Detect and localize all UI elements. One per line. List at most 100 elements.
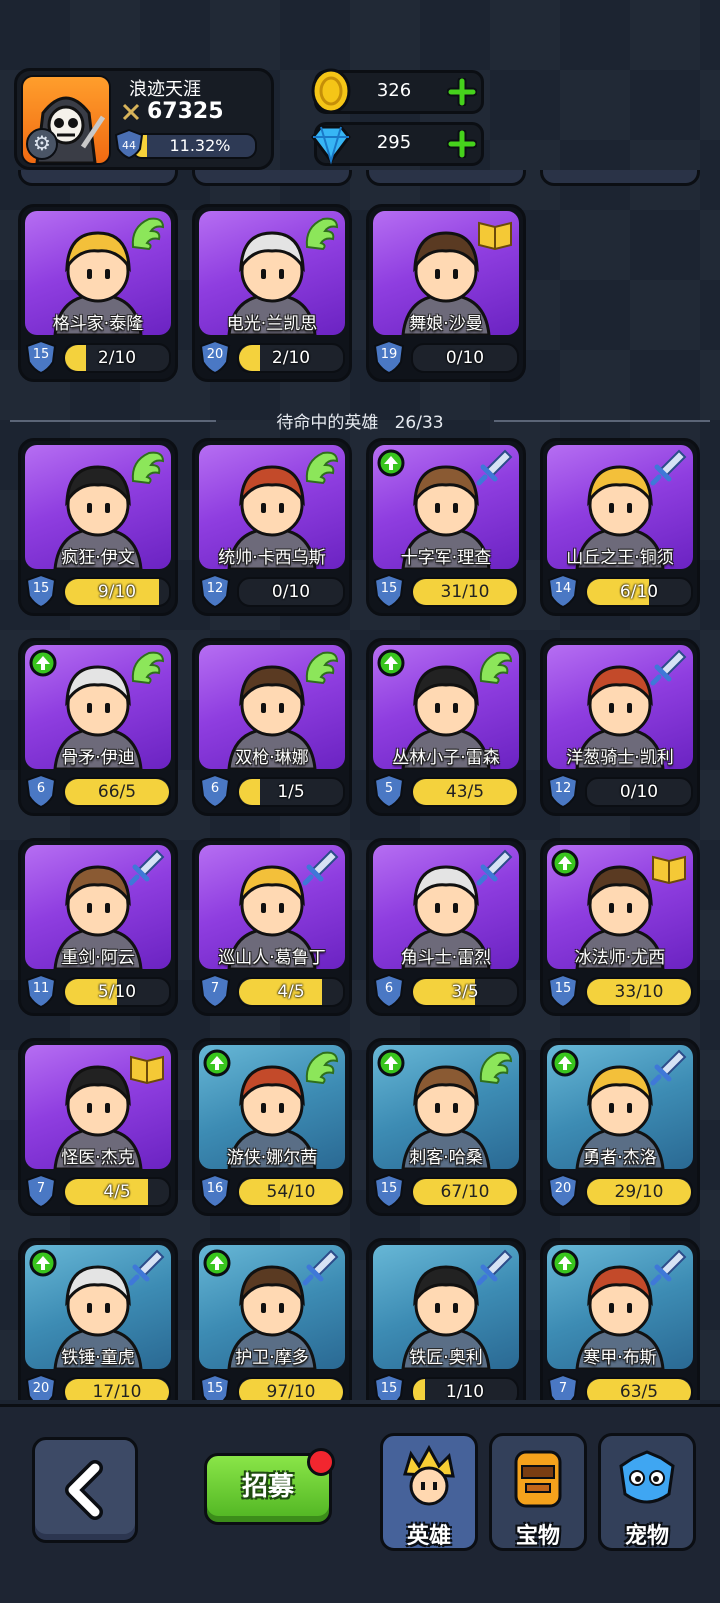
- upgrade-available-arrow-icon: [377, 1049, 405, 1077]
- hero-card[interactable]: 寒甲·布斯 7 63/5: [540, 1238, 700, 1400]
- agility-wing-icon: [131, 451, 165, 485]
- hero-card[interactable]: 游侠·娜尔茜 16 54/10: [192, 1038, 352, 1216]
- hero-name: 骨矛·伊迪: [61, 748, 135, 768]
- shard-progress-bar: 33/10: [585, 977, 693, 1007]
- upgrade-available-arrow-icon: [29, 649, 57, 677]
- standby-divider: 待命中的英雄 26/33: [10, 408, 710, 434]
- recruit-button[interactable]: 招募: [204, 1448, 335, 1525]
- player-level-shield-icon: 44: [115, 129, 143, 159]
- hero-card[interactable]: 山丘之王·铜须 14 6/10: [540, 438, 700, 616]
- hero-list-scroll-area[interactable]: 格斗家·泰隆 15 2/10 电光·兰凯思 20 2/10 舞娘·沙曼 19 0/10 待命中的…: [0, 170, 720, 1400]
- shard-progress-bar: 3/5: [411, 977, 519, 1007]
- hero-level: 12: [206, 581, 224, 596]
- add-gems-button[interactable]: [446, 128, 478, 160]
- tab-pets[interactable]: 宠物: [598, 1433, 696, 1551]
- hero-card[interactable]: 护卫·摩多 15 97/10: [192, 1238, 352, 1400]
- hero-card[interactable]: 冰法师·尤西 15 33/10: [540, 838, 700, 1016]
- add-gold-button[interactable]: [446, 76, 478, 108]
- tab-heroes[interactable]: 英雄: [380, 1433, 478, 1551]
- shard-progress-bar: 0/10: [237, 577, 345, 607]
- hero-card[interactable]: 电光·兰凯思 20 2/10: [192, 204, 352, 382]
- hero-level: 20: [206, 347, 224, 362]
- hero-level: 15: [380, 1381, 398, 1396]
- hero-card[interactable]: 角斗士·雷烈 6 3/5: [366, 838, 526, 1016]
- experience-percent: 11.32%: [169, 136, 231, 155]
- treasure-icon: [514, 1450, 562, 1508]
- hero-level: 20: [32, 1381, 50, 1396]
- hero-level: 6: [36, 781, 46, 796]
- hero-level: 16: [206, 1181, 224, 1196]
- hero-name: 怪医·杰克: [61, 1148, 135, 1168]
- hero-name: 冰法师·尤西: [574, 948, 666, 968]
- hero-card[interactable]: 舞娘·沙曼 19 0/10: [366, 204, 526, 382]
- shard-progress-text: 1/10: [445, 1382, 485, 1400]
- experience-bar: 11.32%: [131, 133, 257, 159]
- shard-progress-bar: 54/10: [237, 1177, 345, 1207]
- shard-progress-text: 67/10: [440, 1182, 490, 1202]
- hero-name: 巡山人·葛鲁丁: [218, 948, 326, 968]
- hero-card[interactable]: 刺客·哈桑 15 67/10: [366, 1038, 526, 1216]
- player-avatar[interactable]: ⚙: [21, 75, 111, 165]
- hero-portrait: 铁锤·童虎: [25, 1245, 171, 1369]
- hero-portrait: 巡山人·葛鲁丁: [199, 845, 345, 969]
- hero-name: 统帅·卡西乌斯: [218, 548, 326, 568]
- upgrade-available-arrow-icon: [203, 1049, 231, 1077]
- gold-counter: 326: [311, 68, 484, 114]
- hero-card[interactable]: 怪医·杰克 7 4/5: [18, 1038, 178, 1216]
- intelligence-book-icon: [478, 221, 512, 251]
- hero-card[interactable]: 十字军·理查 15 31/10: [366, 438, 526, 616]
- scrolled-card-edge: [366, 170, 526, 186]
- gem-counter: 295: [311, 122, 484, 166]
- strength-sword-icon: [650, 1049, 687, 1086]
- hero-card[interactable]: 重剑·阿云 11 5/10: [18, 838, 178, 1016]
- power-value: 67325: [147, 99, 224, 124]
- hero-level: 15: [206, 1381, 224, 1396]
- intelligence-book-icon: [652, 855, 686, 885]
- hero-name: 舞娘·沙曼: [409, 314, 483, 334]
- hero-portrait: 铁匠·奥利: [373, 1245, 519, 1369]
- shard-progress-text: 54/10: [266, 1182, 316, 1202]
- shard-progress-bar: 31/10: [411, 577, 519, 607]
- hero-level: 6: [210, 781, 220, 796]
- hero-level: 12: [554, 781, 572, 796]
- hero-card[interactable]: 统帅·卡西乌斯 12 0/10: [192, 438, 352, 616]
- shard-progress-text: 0/10: [271, 582, 311, 602]
- hero-card[interactable]: 洋葱骑士·凯利 12 0/10: [540, 638, 700, 816]
- shard-progress-text: 0/10: [619, 782, 659, 802]
- player-profile-panel[interactable]: ⚙ 浪迹天涯 67325 44 11.32%: [14, 68, 274, 170]
- strength-sword-icon: [302, 1249, 339, 1286]
- back-arrow-icon: [65, 1460, 103, 1520]
- tab-treasure[interactable]: 宝物: [489, 1433, 587, 1551]
- back-button[interactable]: [32, 1437, 138, 1543]
- hero-name: 勇者·杰洛: [583, 1148, 657, 1168]
- upgrade-available-arrow-icon: [551, 1249, 579, 1277]
- bottom-navigation: 招募 英雄 宝物 宠物: [0, 1404, 720, 1603]
- scrolled-card-edge: [18, 170, 178, 186]
- hero-card[interactable]: 铁匠·奥利 15 1/10: [366, 1238, 526, 1400]
- shard-progress-bar: 17/10: [63, 1377, 171, 1400]
- hero-card[interactable]: 双枪·琳娜 6 1/5: [192, 638, 352, 816]
- hero-level: 15: [32, 347, 50, 362]
- notification-dot: [307, 1448, 335, 1476]
- hero-name: 重剑·阿云: [61, 948, 135, 968]
- shard-progress-text: 66/5: [97, 782, 137, 802]
- shard-progress-bar: 66/5: [63, 777, 171, 807]
- hero-name: 格斗家·泰隆: [52, 314, 144, 334]
- settings-gear-icon[interactable]: ⚙: [26, 128, 58, 160]
- hero-portrait: 角斗士·雷烈: [373, 845, 519, 969]
- agility-wing-icon: [479, 651, 513, 685]
- strength-sword-icon: [476, 849, 513, 886]
- hero-card[interactable]: 勇者·杰洛 20 29/10: [540, 1038, 700, 1216]
- agility-wing-icon: [131, 217, 165, 251]
- tab-pets-label: 宠物: [624, 1524, 669, 1549]
- hero-card[interactable]: 铁锤·童虎 20 17/10: [18, 1238, 178, 1400]
- agility-wing-icon: [305, 217, 339, 251]
- hero-card[interactable]: 疯狂·伊文 15 9/10: [18, 438, 178, 616]
- hero-portrait: 舞娘·沙曼: [373, 211, 519, 335]
- hero-card[interactable]: 格斗家·泰隆 15 2/10: [18, 204, 178, 382]
- hero-card[interactable]: 巡山人·葛鲁丁 7 4/5: [192, 838, 352, 1016]
- shard-progress-bar: 67/10: [411, 1177, 519, 1207]
- scrolled-card-edge: [192, 170, 352, 186]
- hero-card[interactable]: 丛林小子·雷森 5 43/5: [366, 638, 526, 816]
- hero-card[interactable]: 骨矛·伊迪 6 66/5: [18, 638, 178, 816]
